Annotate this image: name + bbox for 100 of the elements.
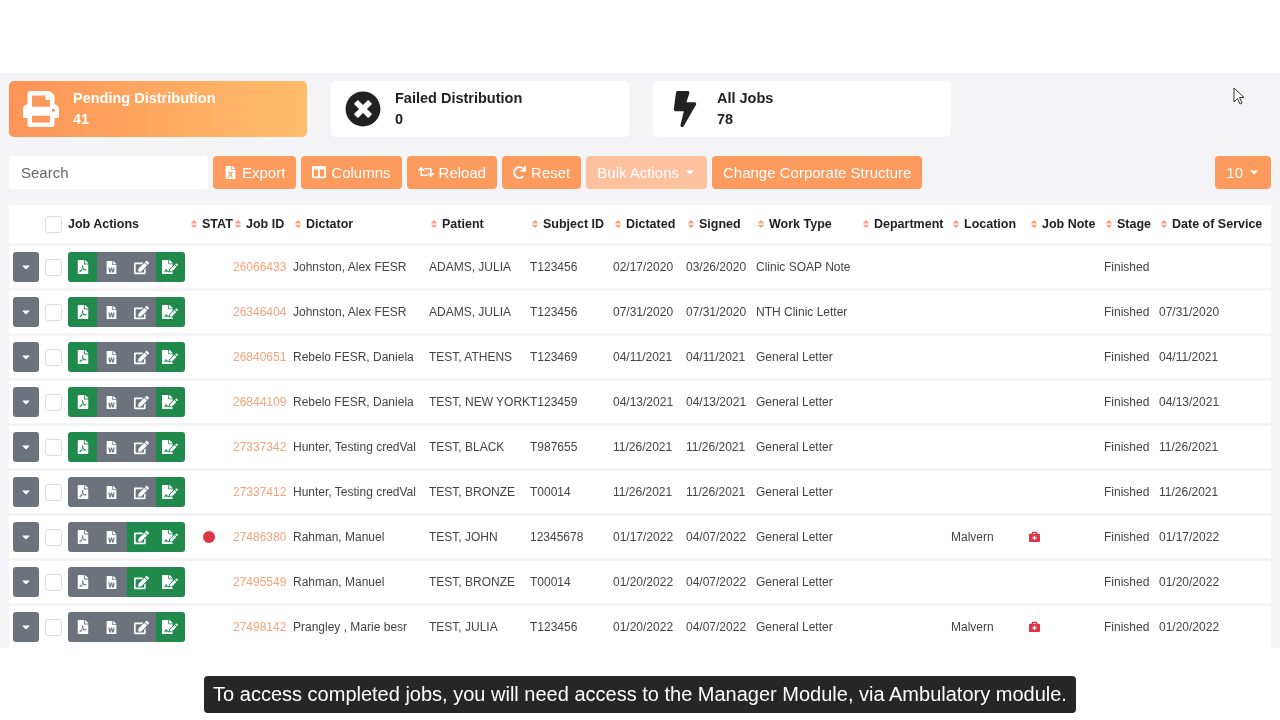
- column-header[interactable]: Job Actions: [68, 217, 189, 231]
- table-cell-text: Rebelo FESR, Daniela: [293, 350, 415, 364]
- column-header[interactable]: Dictator: [293, 217, 429, 231]
- word-button[interactable]: [97, 432, 127, 462]
- column-header[interactable]: Stage: [1104, 217, 1159, 231]
- column-header[interactable]: Date of Service: [1159, 217, 1271, 231]
- page-size-dropdown[interactable]: 10: [1215, 155, 1271, 189]
- expand-button[interactable]: [13, 612, 39, 642]
- column-header[interactable]: Patient: [429, 217, 530, 231]
- sign-button[interactable]: [155, 297, 185, 327]
- expand-button[interactable]: [13, 567, 39, 597]
- row-checkbox[interactable]: [45, 393, 62, 411]
- toolbar-button[interactable]: Reload: [406, 155, 498, 189]
- job-id-link[interactable]: 27337342: [233, 440, 293, 454]
- expand-button[interactable]: [13, 477, 39, 507]
- job-id-link[interactable]: 27337412: [233, 485, 293, 499]
- job-note-icon[interactable]: [1029, 621, 1040, 632]
- column-header[interactable]: Signed: [686, 217, 756, 231]
- summary-card[interactable]: Failed Distribution 0: [331, 81, 629, 137]
- sign-button[interactable]: [155, 252, 185, 282]
- job-id-link[interactable]: 26066433: [233, 260, 293, 274]
- sign-button[interactable]: [155, 432, 185, 462]
- summary-card[interactable]: All Jobs 78: [653, 81, 951, 137]
- row-checkbox[interactable]: [45, 483, 62, 501]
- word-button[interactable]: [97, 297, 127, 327]
- column-header[interactable]: STAT: [189, 217, 233, 231]
- column-header[interactable]: Subject ID: [530, 217, 613, 231]
- select-all-checkbox[interactable]: [45, 215, 62, 233]
- row-checkbox[interactable]: [45, 258, 62, 276]
- column-header[interactable]: Work Type: [756, 217, 861, 231]
- job-id-link[interactable]: 26844109: [233, 395, 293, 409]
- edit-button[interactable]: [126, 612, 156, 642]
- table-cell-text: General Letter: [756, 530, 834, 544]
- table-cell-text: 12345678: [530, 530, 585, 544]
- pdf-button[interactable]: [68, 252, 98, 282]
- pdf-button[interactable]: [68, 522, 98, 552]
- word-button[interactable]: [97, 567, 127, 597]
- sign-button[interactable]: [155, 387, 185, 417]
- edit-button[interactable]: [126, 567, 156, 597]
- sign-button[interactable]: [155, 567, 185, 597]
- edit-button[interactable]: [126, 297, 156, 327]
- edit-button[interactable]: [126, 522, 156, 552]
- pdf-button[interactable]: [68, 567, 98, 597]
- edit-button[interactable]: [126, 477, 156, 507]
- word-button[interactable]: [97, 252, 127, 282]
- table-cell-text: Finished: [1104, 575, 1151, 589]
- column-header[interactable]: Department: [861, 217, 951, 231]
- pdf-button[interactable]: [68, 477, 98, 507]
- sign-button[interactable]: [155, 477, 185, 507]
- edit-button[interactable]: [126, 252, 156, 282]
- sort-icon: [756, 219, 766, 229]
- expand-button[interactable]: [13, 342, 39, 372]
- table-cell-text: 03/26/2020: [686, 260, 748, 274]
- row-checkbox[interactable]: [45, 528, 62, 546]
- expand-button[interactable]: [13, 252, 39, 282]
- edit-icon: [133, 529, 149, 545]
- column-header[interactable]: Dictated: [613, 217, 686, 231]
- expand-button[interactable]: [13, 387, 39, 417]
- row-checkbox[interactable]: [45, 348, 62, 366]
- row-checkbox[interactable]: [45, 303, 62, 321]
- pdf-button[interactable]: [68, 297, 98, 327]
- toolbar-button[interactable]: Reset: [502, 155, 582, 189]
- pdf-button[interactable]: [68, 342, 98, 372]
- expand-button[interactable]: [13, 297, 39, 327]
- edit-button[interactable]: [126, 432, 156, 462]
- toolbar-button[interactable]: Columns: [301, 155, 402, 189]
- sign-button[interactable]: [155, 612, 185, 642]
- row-checkbox[interactable]: [45, 438, 62, 456]
- row-checkbox[interactable]: [45, 618, 62, 636]
- edit-button[interactable]: [126, 387, 156, 417]
- word-button[interactable]: [97, 387, 127, 417]
- word-file-icon: [105, 305, 119, 319]
- column-header[interactable]: Job ID: [233, 217, 293, 231]
- word-file-icon: [105, 440, 119, 454]
- edit-button[interactable]: [126, 342, 156, 372]
- pdf-button[interactable]: [68, 432, 98, 462]
- expand-button[interactable]: [13, 432, 39, 462]
- column-header[interactable]: Job Note: [1029, 217, 1104, 231]
- toolbar-button[interactable]: Export: [213, 155, 297, 189]
- pdf-button[interactable]: [68, 387, 98, 417]
- toolbar-button[interactable]: Change Corporate Structure: [712, 155, 923, 189]
- job-id-link[interactable]: 26840651: [233, 350, 293, 364]
- job-id-link[interactable]: 27498142: [233, 620, 293, 634]
- sign-button[interactable]: [155, 342, 185, 372]
- word-button[interactable]: [97, 342, 127, 372]
- sort-icon: [429, 219, 439, 229]
- row-checkbox[interactable]: [45, 573, 62, 591]
- job-note-icon[interactable]: [1029, 531, 1040, 542]
- pdf-button[interactable]: [68, 612, 98, 642]
- table-cell-text: General Letter: [756, 395, 834, 409]
- summary-card[interactable]: Pending Distribution 41: [9, 81, 307, 137]
- expand-button[interactable]: [13, 522, 39, 552]
- job-id-link[interactable]: 27486380: [233, 530, 293, 544]
- job-id-link[interactable]: 26346404: [233, 305, 293, 319]
- word-button[interactable]: [97, 522, 127, 552]
- job-id-link[interactable]: 27495549: [233, 575, 293, 589]
- search-field[interactable]: Search: [9, 155, 208, 189]
- pdf-file-icon: [75, 575, 90, 589]
- sign-button[interactable]: [155, 522, 185, 552]
- column-header[interactable]: Location: [951, 217, 1029, 231]
